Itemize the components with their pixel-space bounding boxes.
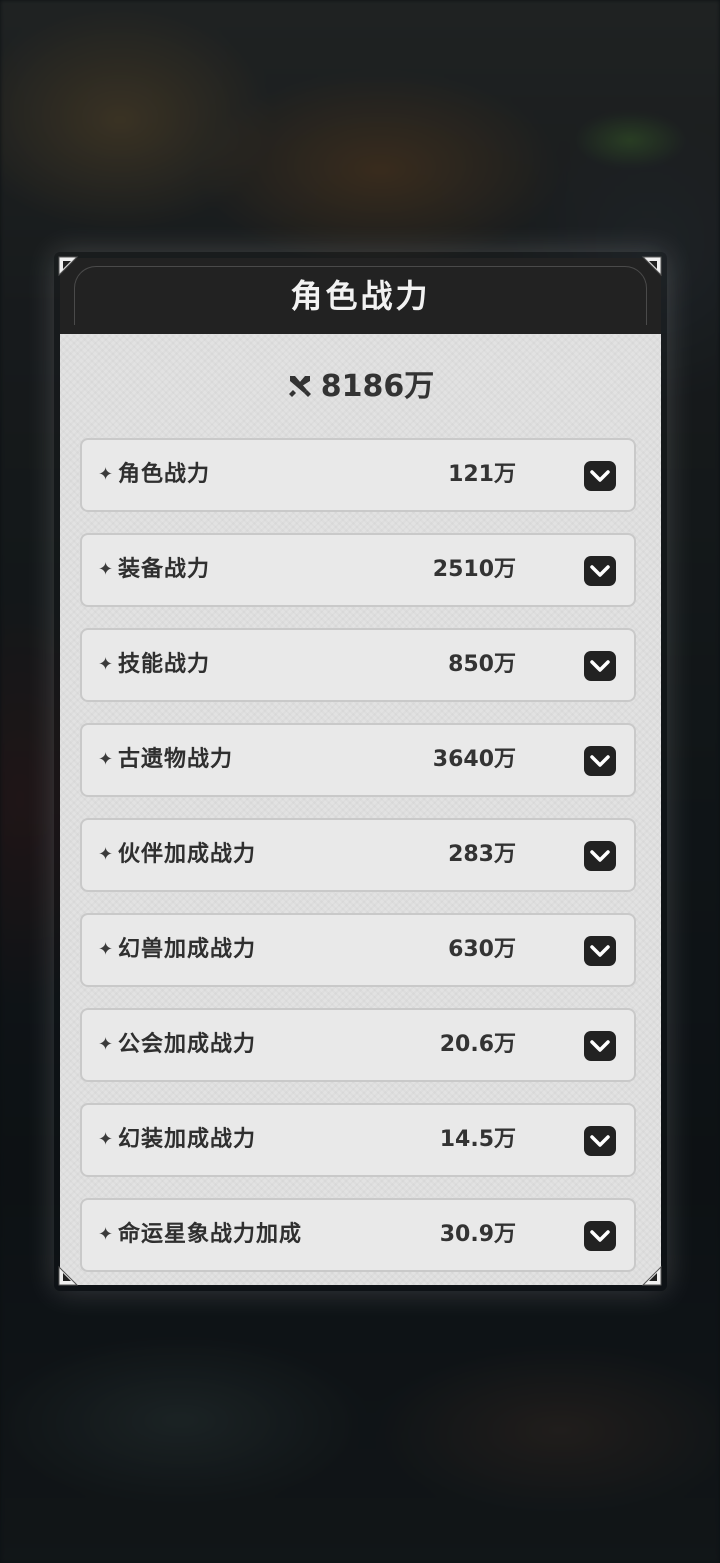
row-label: 古遗物战力	[118, 747, 234, 772]
star-marker-icon: ✦	[98, 749, 114, 770]
row-value: 630万	[448, 937, 516, 962]
star-marker-icon: ✦	[98, 654, 114, 675]
crossed-swords-icon	[288, 376, 311, 397]
corner-ornament-bottom-right	[641, 1265, 662, 1286]
row-label: 幻装加成战力	[118, 1127, 257, 1152]
row-label: 角色战力	[118, 462, 211, 487]
dialog-header: 角色战力	[60, 258, 661, 334]
power-row-costume-bonus[interactable]: ✦ 幻装加成战力 14.5万	[80, 1103, 636, 1177]
chevron-down-icon[interactable]	[584, 1221, 616, 1251]
power-row-skill[interactable]: ✦ 技能战力 850万	[80, 628, 636, 702]
star-marker-icon: ✦	[98, 1034, 114, 1055]
star-marker-icon: ✦	[98, 559, 114, 580]
star-marker-icon: ✦	[98, 939, 114, 960]
row-value: 2510万	[432, 557, 516, 582]
row-value: 850万	[448, 652, 516, 677]
row-label: 伙伴加成战力	[118, 842, 257, 867]
row-label: 技能战力	[118, 652, 211, 677]
corner-ornament-top-left	[58, 256, 79, 277]
chevron-down-icon[interactable]	[584, 936, 616, 966]
chevron-down-icon[interactable]	[584, 651, 616, 681]
row-label: 装备战力	[118, 557, 211, 582]
power-row-guild-bonus[interactable]: ✦ 公会加成战力 20.6万	[80, 1008, 636, 1082]
row-value: 3640万	[432, 747, 516, 772]
star-marker-icon: ✦	[98, 464, 114, 485]
power-row-relic[interactable]: ✦ 古遗物战力 3640万	[80, 723, 636, 797]
chevron-down-icon[interactable]	[584, 556, 616, 586]
row-label: 命运星象战力加成	[118, 1222, 303, 1247]
chevron-down-icon[interactable]	[584, 746, 616, 776]
star-marker-icon: ✦	[98, 1129, 114, 1150]
dialog-title: 角色战力	[290, 277, 431, 315]
power-row-astrology-bonus[interactable]: ✦ 命运星象战力加成 30.9万	[80, 1198, 636, 1272]
row-label: 幻兽加成战力	[118, 937, 257, 962]
chevron-down-icon[interactable]	[584, 461, 616, 491]
chevron-down-icon[interactable]	[584, 1126, 616, 1156]
star-marker-icon: ✦	[98, 1224, 114, 1245]
row-value: 20.6万	[439, 1032, 516, 1057]
power-row-partner-bonus[interactable]: ✦ 伙伴加成战力 283万	[80, 818, 636, 892]
row-value: 14.5万	[439, 1127, 516, 1152]
chevron-down-icon[interactable]	[584, 841, 616, 871]
total-power: 8186万	[60, 362, 661, 412]
power-row-beast-bonus[interactable]: ✦ 幻兽加成战力 630万	[80, 913, 636, 987]
power-row-equipment[interactable]: ✦ 装备战力 2510万	[80, 533, 636, 607]
row-value: 30.9万	[439, 1222, 516, 1247]
row-value: 283万	[448, 842, 516, 867]
row-value: 121万	[448, 462, 516, 487]
total-power-value: 8186万	[320, 369, 435, 404]
corner-ornament-top-right	[641, 256, 662, 277]
row-label: 公会加成战力	[118, 1032, 257, 1057]
power-row-character[interactable]: ✦ 角色战力 121万	[80, 438, 636, 512]
chevron-down-icon[interactable]	[584, 1031, 616, 1061]
star-marker-icon: ✦	[98, 844, 114, 865]
corner-ornament-bottom-left	[58, 1265, 79, 1286]
